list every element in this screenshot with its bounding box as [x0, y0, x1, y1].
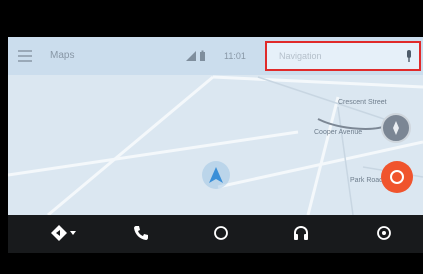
- status-bar: Maps 11:01 Navigation: [8, 37, 423, 75]
- android-auto-screen: Cooper Avenue Crescent Street Park Road: [8, 37, 423, 253]
- headphones-icon: [294, 225, 308, 240]
- bottom-navigation-bar: [8, 215, 423, 253]
- tab-notifications[interactable]: [366, 219, 406, 249]
- street-label: Cooper Avenue: [314, 129, 363, 136]
- pin-action-button[interactable]: [381, 161, 413, 193]
- tab-home[interactable]: [203, 219, 243, 249]
- menu-icon[interactable]: [18, 50, 32, 62]
- tab-phone[interactable]: [123, 219, 163, 249]
- search-bar[interactable]: Navigation: [265, 41, 421, 71]
- street-label: Park Road: [350, 177, 384, 184]
- app-title: Maps: [50, 50, 75, 61]
- navigation-dropdown-icon: [51, 225, 76, 241]
- notifications-icon: [377, 226, 391, 240]
- compass-icon: [393, 121, 399, 135]
- compass-button[interactable]: [381, 113, 411, 143]
- phone-icon: [134, 226, 148, 240]
- pin-action-icon: [390, 170, 404, 184]
- clock: 11:01: [224, 51, 246, 61]
- car-display-frame: Cooper Avenue Crescent Street Park Road: [0, 0, 423, 274]
- signal-battery-icon: [186, 50, 205, 61]
- tab-navigation[interactable]: [41, 219, 81, 249]
- mic-icon[interactable]: [405, 50, 413, 64]
- search-input[interactable]: Navigation: [279, 51, 322, 61]
- tab-audio[interactable]: [283, 219, 323, 249]
- navigation-arrow-icon: [202, 161, 230, 189]
- home-circle-icon: [214, 226, 228, 240]
- street-label: Crescent Street: [338, 99, 387, 106]
